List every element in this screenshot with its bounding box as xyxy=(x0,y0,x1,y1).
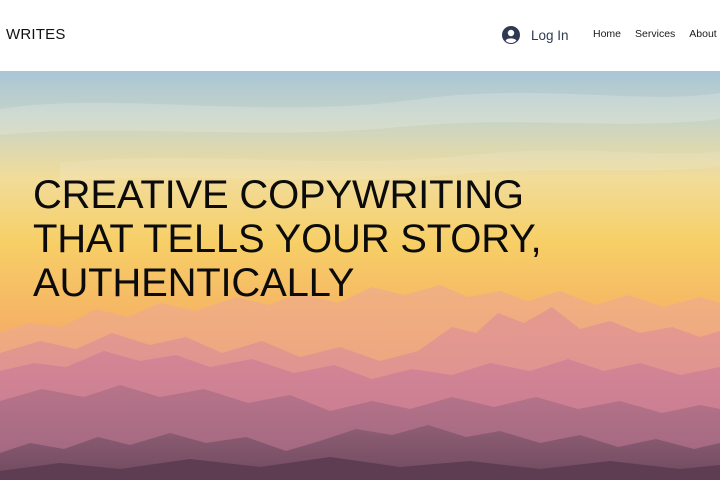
login-label: Log In xyxy=(531,27,569,43)
hero-headline-line: CREATIVE COPYWRITING xyxy=(33,173,524,217)
hero-headline: CREATIVE COPYWRITING THAT TELLS YOUR STO… xyxy=(33,173,542,305)
nav-about[interactable]: About xyxy=(689,28,716,40)
site-header: WRITES Log In Home Services About xyxy=(0,0,720,71)
nav-home[interactable]: Home xyxy=(593,28,621,40)
hero-headline-line: THAT TELLS YOUR STORY, xyxy=(33,217,542,261)
login-button[interactable]: Log In xyxy=(502,24,569,46)
hero-section: CREATIVE COPYWRITING THAT TELLS YOUR STO… xyxy=(0,71,720,480)
main-nav: Home Services About xyxy=(593,28,717,40)
nav-services[interactable]: Services xyxy=(635,28,675,40)
site-logo-text[interactable]: WRITES xyxy=(6,26,66,43)
hero-headline-line: AUTHENTICALLY xyxy=(33,261,355,305)
user-avatar-icon xyxy=(502,26,520,44)
